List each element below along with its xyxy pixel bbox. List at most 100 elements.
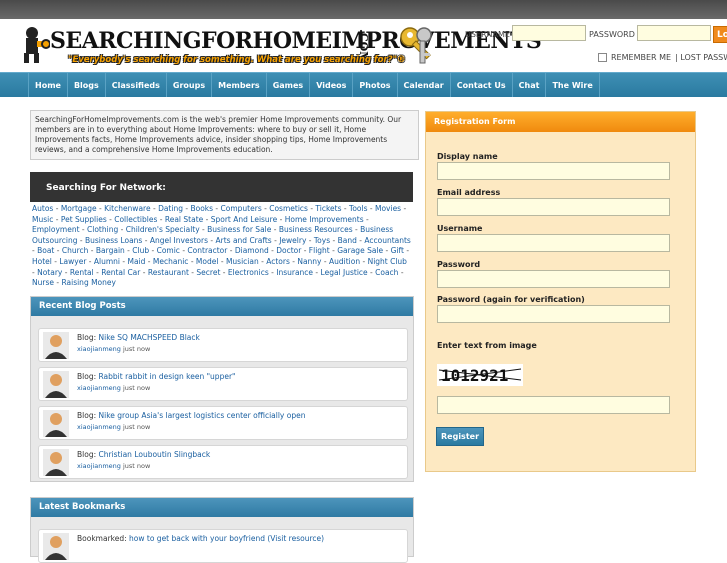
post-author[interactable]: xiaojianmeng — [77, 384, 121, 392]
network-link[interactable]: Maid — [128, 257, 146, 266]
network-link[interactable]: Movies — [375, 204, 401, 213]
site-logo[interactable]: SEARCHINGFORHOMEIMPROVEMENTS .COM "Every… — [20, 21, 542, 73]
nav-item-members[interactable]: Members — [212, 73, 267, 97]
network-link[interactable]: Books — [190, 204, 213, 213]
login-button[interactable]: Lo — [713, 26, 727, 43]
network-link[interactable]: Mechanic — [153, 257, 189, 266]
network-link[interactable]: Dating — [158, 204, 183, 213]
nav-item-chat[interactable]: Chat — [513, 73, 547, 97]
network-link[interactable]: Lawyer — [59, 257, 86, 266]
network-link[interactable]: Nanny — [297, 257, 321, 266]
network-link[interactable]: Gift — [391, 246, 404, 255]
network-link[interactable]: Home Improvements — [285, 215, 364, 224]
network-link[interactable]: Business for Sale — [207, 225, 271, 234]
network-link[interactable]: Employment — [32, 225, 80, 234]
bookmark-link[interactable]: how to get back with your boyfriend — [129, 534, 265, 543]
network-link[interactable]: Children's Specialty — [126, 225, 200, 234]
captcha-input[interactable] — [437, 396, 670, 414]
lost-password-link[interactable]: | LOST PASSW — [675, 53, 727, 62]
avatar[interactable] — [43, 449, 69, 476]
network-link[interactable]: Pet Supplies — [61, 215, 107, 224]
network-link[interactable]: Electronics — [228, 268, 269, 277]
nav-item-videos[interactable]: Videos — [310, 73, 354, 97]
network-link[interactable]: Band — [338, 236, 357, 245]
avatar[interactable] — [43, 533, 69, 560]
nav-item-photos[interactable]: Photos — [353, 73, 398, 97]
display-name-input[interactable] — [437, 162, 670, 180]
network-link[interactable]: Model — [196, 257, 219, 266]
post-author[interactable]: xiaojianmeng — [77, 462, 121, 470]
network-link[interactable]: Cosmetics — [269, 204, 308, 213]
password-input[interactable] — [637, 25, 711, 41]
register-button[interactable]: Register — [436, 427, 485, 446]
network-link[interactable]: Angel Investors — [150, 236, 208, 245]
network-link[interactable]: Flight — [309, 246, 330, 255]
password-field[interactable] — [437, 270, 670, 288]
post-link[interactable]: Nike group Asia's largest logistics cent… — [99, 411, 306, 420]
nav-item-games[interactable]: Games — [267, 73, 311, 97]
avatar[interactable] — [43, 410, 69, 437]
network-link[interactable]: Business Loans — [85, 236, 142, 245]
network-link[interactable]: Computers — [221, 204, 262, 213]
avatar[interactable] — [43, 371, 69, 398]
network-link[interactable]: Raising Money — [61, 278, 115, 287]
network-link[interactable]: Night Club — [368, 257, 407, 266]
username-input[interactable] — [512, 25, 586, 41]
network-link[interactable]: Doctor — [276, 246, 301, 255]
network-link[interactable]: Toys — [314, 236, 330, 245]
network-link[interactable]: Sport And Leisure — [211, 215, 278, 224]
network-link[interactable]: Alumni — [94, 257, 120, 266]
remember-me[interactable]: REMEMBER ME | LOST PASSW — [598, 53, 727, 62]
email-input[interactable] — [437, 198, 670, 216]
nav-item-groups[interactable]: Groups — [167, 73, 213, 97]
network-link[interactable]: Notary — [37, 268, 62, 277]
network-link[interactable]: Tools — [349, 204, 367, 213]
network-link[interactable]: Boat — [37, 246, 54, 255]
visit-resource-link[interactable]: (Visit resource) — [267, 534, 324, 543]
network-link[interactable]: Nurse — [32, 278, 54, 287]
network-link[interactable]: Bargain — [96, 246, 125, 255]
nav-item-classifieds[interactable]: Classifieds — [106, 73, 167, 97]
post-link[interactable]: Nike SQ MACHSPEED Black — [99, 333, 200, 342]
remember-me-checkbox[interactable] — [598, 53, 607, 62]
network-link[interactable]: Comic — [157, 246, 180, 255]
avatar[interactable] — [43, 332, 69, 359]
network-link[interactable]: Business Resources — [279, 225, 353, 234]
network-link[interactable]: Tickets — [315, 204, 341, 213]
network-link[interactable]: Music — [32, 215, 53, 224]
nav-item-the-wire[interactable]: The Wire — [546, 73, 600, 97]
network-link[interactable]: Musician — [226, 257, 259, 266]
post-author[interactable]: xiaojianmeng — [77, 423, 121, 431]
network-link[interactable]: Arts and Crafts — [216, 236, 272, 245]
nav-item-contact-us[interactable]: Contact Us — [451, 73, 513, 97]
password-again-field[interactable] — [437, 305, 670, 323]
post-link[interactable]: Rabbit rabbit in design keen "upper" — [99, 372, 236, 381]
network-link[interactable]: Legal Justice — [321, 268, 368, 277]
network-link[interactable]: Church — [62, 246, 89, 255]
network-link[interactable]: Mortgage — [61, 204, 97, 213]
network-link[interactable]: Secret — [196, 268, 220, 277]
network-link[interactable]: Audition — [329, 257, 360, 266]
network-link[interactable]: Contractor — [187, 246, 227, 255]
nav-item-home[interactable]: Home — [28, 73, 68, 97]
network-link[interactable]: Jewelry — [279, 236, 306, 245]
network-link[interactable]: Garage Sale — [337, 246, 383, 255]
network-link[interactable]: Accountants — [364, 236, 410, 245]
network-link[interactable]: Autos — [32, 204, 53, 213]
nav-item-blogs[interactable]: Blogs — [68, 73, 106, 97]
network-link[interactable]: Insurance — [276, 268, 313, 277]
network-link[interactable]: Kitchenware — [104, 204, 150, 213]
network-link[interactable]: Collectibles — [114, 215, 157, 224]
network-link[interactable]: Coach — [375, 268, 398, 277]
network-link[interactable]: Actors — [266, 257, 290, 266]
post-link[interactable]: Christian Louboutin Slingback — [99, 450, 211, 459]
nav-item-calendar[interactable]: Calendar — [398, 73, 451, 97]
network-link[interactable]: Rental Car — [101, 268, 140, 277]
network-link[interactable]: Rental — [70, 268, 94, 277]
network-link[interactable]: Diamond — [235, 246, 269, 255]
post-author[interactable]: xiaojianmeng — [77, 345, 121, 353]
network-link[interactable]: Clothing — [87, 225, 118, 234]
username-field[interactable] — [437, 234, 670, 252]
network-link[interactable]: Real State — [165, 215, 203, 224]
network-link[interactable]: Club — [132, 246, 149, 255]
